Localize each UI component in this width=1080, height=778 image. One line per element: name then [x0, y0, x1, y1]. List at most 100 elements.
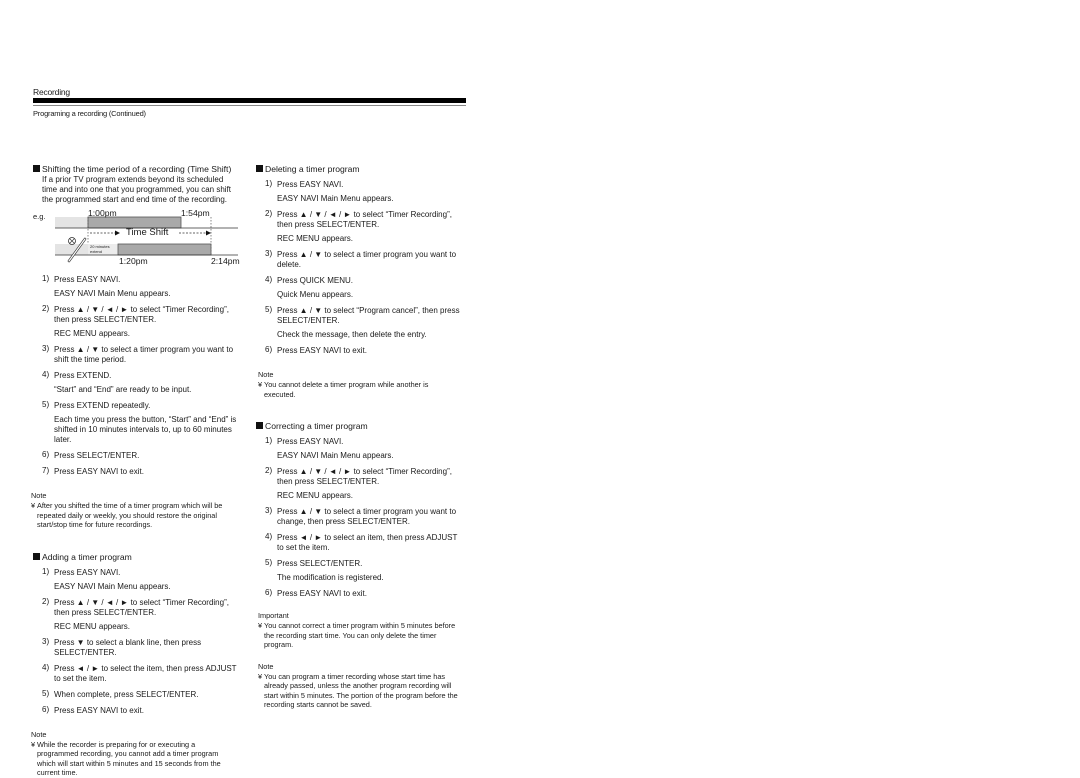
important-title: Important: [258, 611, 289, 620]
steps-list: 1) Press EASY NAVI. EASY NAVI Main Menu ap…: [256, 179, 461, 356]
step-instruction: Press ▲ / ▼ to select a timer program yo…: [277, 507, 457, 526]
step-instruction: Press EASY NAVI to exit.: [277, 589, 367, 598]
step-instruction: Press SELECT/ENTER.: [277, 559, 363, 568]
step-instruction: Press QUICK MENU.: [277, 276, 354, 285]
step-body: Press EASY NAVI. EASY NAVI Main Menu appe…: [54, 274, 238, 299]
time-shift-section: Shifting the time period of a recording …: [31, 164, 240, 530]
step-item: 2) Press ▲ / ▼ / ◄ / ► to select “Timer R…: [33, 597, 238, 632]
correcting-section: Correcting a timer program 1) Press EASY …: [256, 421, 461, 710]
step-instruction: Press EASY NAVI to exit.: [54, 705, 144, 715]
step-number: 3): [42, 636, 50, 646]
step-number: 5): [42, 688, 50, 698]
step-body: Press EASY NAVI to exit.: [277, 345, 461, 356]
step-body: Press ▲ / ▼ / ◄ / ► to select “Timer Rec…: [277, 209, 461, 244]
step-instruction: Press ▲ / ▼ / ◄ / ► to select “Timer Rec…: [54, 597, 229, 617]
bullet-square-icon: [256, 165, 263, 172]
page-subtitle: Programing a recording (Continued): [33, 109, 146, 118]
step-body: Press EASY NAVI. EASY NAVI Main Menu appe…: [277, 436, 461, 461]
step-number: 1): [265, 179, 273, 188]
section-heading: Shifting the time period of a recording …: [33, 164, 238, 174]
step-instruction: Press ▲ / ▼ to select a timer program yo…: [54, 345, 234, 364]
step-number: 6): [42, 450, 50, 459]
step-number: 4): [265, 275, 273, 284]
step-item: 5) Press ▲ / ▼ to select “Program cancel”…: [256, 305, 461, 340]
step-result: REC MENU appears.: [277, 491, 354, 500]
step-number: 6): [265, 588, 273, 597]
step-result: Check the message, then delete the entry…: [277, 330, 427, 339]
step-item: 3) Press ▲ / ▼ to select a timer program …: [33, 344, 238, 365]
header-rule-thin: [33, 105, 466, 106]
note-title: Note: [258, 661, 274, 671]
pre-block: [55, 217, 88, 228]
step-item: 4) Press QUICK MENU. Quick Menu appears.: [256, 275, 461, 300]
step-item: 6) Press EASY NAVI to exit.: [256, 345, 461, 356]
section-label: Recording: [33, 87, 70, 97]
step-instruction: Press ▲ / ▼ / ◄ / ► to select “Timer Rec…: [54, 305, 229, 324]
step-instruction: Press ▲ / ▼ / ◄ / ► to select “Timer Rec…: [277, 210, 452, 229]
step-instruction: Press SELECT/ENTER.: [54, 451, 140, 460]
time-shift-label: Time Shift: [126, 227, 169, 238]
extend-label: 20 minutes extend: [90, 244, 110, 254]
step-number: 2): [265, 209, 273, 218]
bullet-square-icon: [33, 165, 40, 172]
steps-list: 1) Press EASY NAVI. EASY NAVI Main Menu ap…: [33, 274, 238, 477]
step-item: 1) Press EASY NAVI. EASY NAVI Main Menu ap…: [33, 567, 238, 592]
step-item: 5) When complete, press SELECT/ENTER.: [33, 689, 238, 700]
deleting-section: Deleting a timer program 1) Press EASY NA…: [256, 164, 461, 399]
header-rule-thick: [33, 98, 466, 103]
time-shift-diagram: e.g. 1:00pm 1:54pm Time Shift 20 minutes…: [33, 208, 248, 269]
adding-section: Adding a timer program 1) Press EASY NAVI…: [31, 552, 238, 778]
step-number: 4): [42, 370, 50, 379]
step-item: 1) Press EASY NAVI. EASY NAVI Main Menu ap…: [33, 274, 238, 299]
step-item: 6) Press EASY NAVI to exit.: [256, 588, 461, 599]
step-number: 3): [265, 506, 273, 515]
step-instruction: Press ▲ / ▼ to select a timer program yo…: [277, 250, 457, 269]
steps-list: 1) Press EASY NAVI. EASY NAVI Main Menu ap…: [33, 567, 238, 716]
step-body: Press ▲ / ▼ / ◄ / ► to select “Timer Rec…: [54, 597, 238, 632]
original-end-time: 1:54pm: [181, 208, 210, 218]
step-instruction: Press ▼ to select a blank line, then pre…: [54, 637, 202, 657]
shifted-start-time: 1:20pm: [119, 256, 148, 266]
step-number: 5): [42, 400, 50, 409]
step-item: 2) Press ▲ / ▼ / ◄ / ► to select “Timer R…: [256, 209, 461, 244]
left-column: Shifting the time period of a recording …: [31, 164, 240, 778]
step-result: EASY NAVI Main Menu appears.: [277, 451, 394, 460]
arrow-right-icon: [206, 230, 211, 236]
step-instruction: Press EXTEND.: [54, 371, 112, 380]
step-instruction: When complete, press SELECT/ENTER.: [54, 689, 199, 699]
step-number: 5): [265, 558, 273, 567]
step-item: 3) Press ▲ / ▼ to select a timer program …: [256, 506, 461, 527]
step-item: 2) Press ▲ / ▼ / ◄ / ► to select “Timer R…: [33, 304, 238, 339]
step-item: 5) Press SELECT/ENTER. The modification is…: [256, 558, 461, 583]
step-result: REC MENU appears.: [54, 329, 131, 338]
step-instruction: Press ◄ / ► to select an item, then pres…: [277, 533, 458, 552]
step-instruction: Press ▲ / ▼ to select “Program cancel”, …: [277, 306, 460, 325]
step-number: 2): [265, 466, 273, 475]
step-item: 6) Press EASY NAVI to exit.: [33, 705, 238, 716]
bullet-square-icon: [33, 552, 40, 560]
step-body: Press EASY NAVI to exit.: [54, 705, 238, 716]
right-column: Deleting a timer program 1) Press EASY NA…: [256, 164, 461, 710]
step-item: 4) Press ◄ / ► to select an item, then pr…: [256, 532, 461, 553]
step-number: 2): [42, 304, 50, 313]
step-number: 3): [42, 344, 50, 353]
step-number: 2): [42, 596, 50, 606]
note-body: ¥ After you shifted the time of a timer …: [31, 501, 223, 529]
step-number: 4): [265, 532, 273, 541]
step-item: 3) Press ▼ to select a blank line, then p…: [33, 637, 238, 658]
step-body: Press QUICK MENU. Quick Menu appears.: [277, 275, 461, 300]
step-body: Press ◄ / ► to select an item, then pres…: [277, 532, 461, 553]
original-start-time: 1:00pm: [88, 208, 117, 218]
step-instruction: Press EASY NAVI.: [54, 275, 121, 284]
step-instruction: Press ▲ / ▼ / ◄ / ► to select “Timer Rec…: [277, 467, 452, 486]
step-body: Press ◄ / ► to select the item, then pre…: [54, 663, 238, 684]
step-body: Press ▲ / ▼ to select a timer program yo…: [277, 249, 461, 270]
step-instruction: Press EASY NAVI to exit.: [277, 346, 367, 355]
step-item: 2) Press ▲ / ▼ / ◄ / ► to select “Timer R…: [256, 466, 461, 501]
step-result: “Start” and “End” are ready to be input.: [54, 385, 192, 394]
step-number: 6): [42, 704, 50, 714]
step-number: 1): [42, 566, 50, 576]
step-instruction: Press EASY NAVI.: [277, 180, 344, 189]
step-body: Press EXTEND repeatedly. Each time you pr…: [54, 400, 238, 445]
note-body: ¥ While the recorder is preparing for or…: [31, 739, 221, 778]
